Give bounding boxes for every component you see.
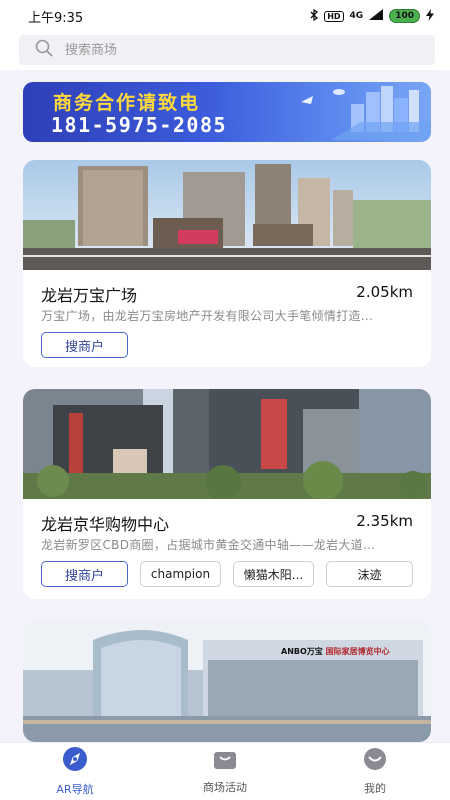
search-input[interactable] bbox=[65, 42, 365, 58]
mall-tags: 搜商户 champion 懒猫木阳... 沫迹 bbox=[41, 561, 413, 587]
mall-distance: 2.05km bbox=[356, 283, 413, 301]
search-bar[interactable] bbox=[19, 35, 435, 65]
nav-label: AR导航 bbox=[56, 783, 94, 796]
mall-distance: 2.35km bbox=[356, 512, 413, 530]
charging-icon bbox=[426, 8, 434, 24]
mall-photo bbox=[23, 160, 431, 270]
search-area bbox=[0, 32, 450, 70]
mall-photo bbox=[23, 389, 431, 499]
mall-sign: ANBO万宝 国际家居博览中心 bbox=[281, 646, 390, 657]
compass-icon bbox=[62, 746, 88, 776]
mall-name: 龙岩京华购物中心 bbox=[41, 515, 170, 534]
nav-mall-activities[interactable]: 商场活动 bbox=[165, 748, 285, 795]
search-merchants-button[interactable]: 搜商户 bbox=[41, 561, 128, 587]
mall-sign-text: 国际家居博览中心 bbox=[325, 647, 390, 656]
status-time: 上午9:35 bbox=[28, 10, 84, 26]
signal-icon bbox=[369, 9, 384, 23]
banner-title: 商务合作请致电 bbox=[53, 92, 201, 114]
merchant-tag[interactable]: 沫迹 bbox=[326, 561, 413, 587]
mall-card[interactable]: 龙岩京华购物中心 2.35km 龙岩新罗区CBD商圈，占据城市黄金交通中轴——龙… bbox=[23, 389, 431, 599]
mall-description: 龙岩新罗区CBD商圈，占据城市黄金交通中轴——龙岩大道... bbox=[41, 538, 376, 552]
mall-tags: 搜商户 bbox=[41, 332, 128, 358]
search-icon bbox=[35, 39, 53, 61]
status-bar: 上午9:35 HD 4G 100 bbox=[0, 0, 450, 32]
profile-icon bbox=[363, 747, 387, 775]
nav-label: 我的 bbox=[364, 782, 386, 795]
hd-badge: HD bbox=[324, 10, 344, 22]
nav-profile[interactable]: 我的 bbox=[315, 747, 435, 796]
mall-sign-brand: ANBO万宝 bbox=[281, 647, 323, 656]
city-illustration bbox=[301, 86, 431, 140]
shopping-bag-icon bbox=[213, 748, 237, 774]
battery-indicator: 100 bbox=[389, 9, 420, 23]
mall-photo bbox=[23, 620, 431, 742]
network-type: 4G bbox=[349, 10, 364, 21]
mall-card[interactable]: 龙岩万宝广场 2.05km 万宝广场，由龙岩万宝房地产开发有限公司大手笔倾情打造… bbox=[23, 160, 431, 367]
mall-description: 万宝广场，由龙岩万宝房地产开发有限公司大手笔倾情打造... bbox=[41, 309, 374, 323]
merchant-tag[interactable]: champion bbox=[140, 561, 221, 587]
mall-name: 龙岩万宝广场 bbox=[41, 286, 138, 305]
search-merchants-button[interactable]: 搜商户 bbox=[41, 332, 128, 358]
bluetooth-icon bbox=[310, 8, 319, 24]
nav-ar-navigation[interactable]: AR导航 bbox=[15, 746, 135, 797]
merchant-tag[interactable]: 懒猫木阳... bbox=[233, 561, 314, 587]
business-banner[interactable]: 商务合作请致电 181-5975-2085 bbox=[23, 82, 431, 142]
banner-phone: 181-5975-2085 bbox=[51, 113, 228, 137]
status-icons: HD 4G 100 bbox=[310, 8, 434, 24]
nav-label: 商场活动 bbox=[203, 781, 247, 794]
network-indicator: 4G bbox=[349, 10, 364, 21]
mall-card[interactable]: ANBO万宝 国际家居博览中心 bbox=[23, 620, 431, 742]
bottom-nav: AR导航 商场活动 我的 bbox=[0, 742, 450, 800]
